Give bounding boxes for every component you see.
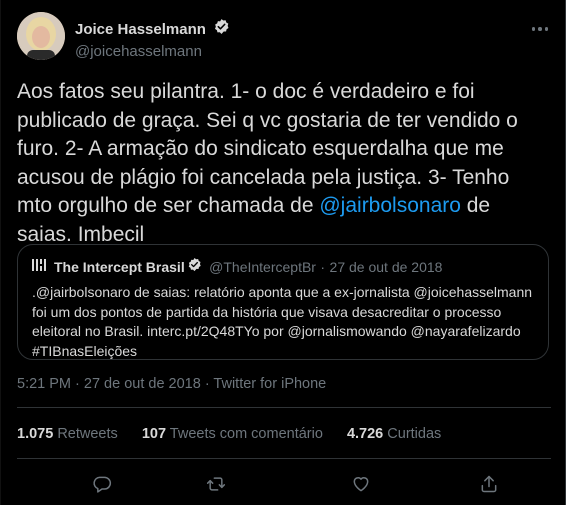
quoted-tweet[interactable]: The Intercept Brasil @TheInterceptBr · 2… [17,244,549,360]
quoted-tweet-header: The Intercept Brasil @TheInterceptBr · 2… [32,257,532,277]
retweets-label: Retweets [57,426,118,442]
author-handle[interactable]: @joicehasselmann [75,43,230,60]
divider [17,407,551,408]
quoted-author-name: The Intercept Brasil [54,259,185,275]
quoted-date: 27 de out de 2018 [329,259,443,275]
tweet-text: Aos fatos seu pilantra. 1- o doc é verda… [17,78,541,249]
author-name[interactable]: Joice Hasselmann [75,21,206,38]
tweet-detail: Joice Hasselmann @joicehasselmann Aos fa… [0,0,566,505]
mention-link[interactable]: @jairbolsonaro [319,194,461,217]
divider [17,458,551,459]
share-icon[interactable] [477,472,501,496]
retweets-stat[interactable]: 1.075 Retweets [17,426,118,442]
tweet-actions [1,470,566,498]
likes-label: Curtidas [387,426,442,442]
more-options-icon[interactable] [529,18,551,40]
retweet-icon[interactable] [204,472,228,496]
author-avatar[interactable] [17,12,65,60]
quoted-separator: · [320,259,326,275]
quotes-label: Tweets com comentário [169,426,323,442]
quotes-count: 107 [141,426,167,442]
tweet-stats: 1.075 Retweets 107 Tweets com comentário… [17,426,461,442]
quotes-stat[interactable]: 107 Tweets com comentário [142,426,323,442]
likes-count: 4.726 [346,426,384,442]
retweets-count: 1.075 [17,426,54,442]
tweet-timestamp[interactable]: 5:21 PM · 27 de out de 2018 · Twitter fo… [17,376,326,392]
tweet-header: Joice Hasselmann @joicehasselmann [17,12,551,62]
verified-badge-icon [187,257,202,277]
likes-stat[interactable]: 4.726 Curtidas [347,426,441,442]
intercept-logo-icon [32,258,46,277]
quoted-tweet-text: .@jairbolsonaro de saias: relatório apon… [32,284,533,359]
reply-icon[interactable] [90,472,114,496]
like-icon[interactable] [349,472,373,496]
verified-badge-icon [213,18,230,40]
quoted-author-handle: @TheInterceptBr [209,259,316,275]
